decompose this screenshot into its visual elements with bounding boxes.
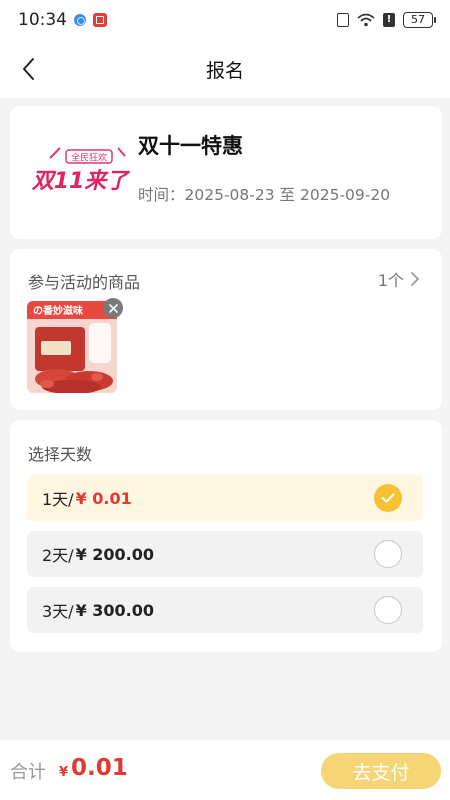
check-icon bbox=[381, 493, 395, 503]
total-amount: 0.01 bbox=[71, 755, 128, 781]
radio-checked[interactable] bbox=[374, 484, 402, 512]
day-option-3[interactable]: 3天/ ¥ 300.00 bbox=[27, 587, 423, 633]
status-left: 10:34 bbox=[18, 10, 107, 30]
back-arrow-icon bbox=[23, 58, 34, 80]
event-logo: 全民狂欢 双11来了 bbox=[30, 130, 130, 218]
radio-unchecked[interactable] bbox=[374, 540, 402, 568]
event-logo-text: 双11来了 bbox=[31, 169, 130, 194]
status-time: 10:34 bbox=[18, 10, 67, 30]
back-button[interactable] bbox=[14, 54, 44, 84]
day-option-label: 2天/ bbox=[42, 546, 74, 565]
battery-level: 57 bbox=[403, 12, 433, 28]
day-option-label: 1天/ bbox=[42, 490, 74, 509]
event-title: 双十一特惠 bbox=[138, 134, 243, 158]
event-card: 全民狂欢 双11来了 双十一特惠 时间：2025-08-23 至 2025-09… bbox=[10, 106, 442, 239]
status-bar: 10:34 ! 57 bbox=[0, 0, 450, 40]
day-option-2[interactable]: 2天/ ¥ 200.00 bbox=[27, 531, 423, 577]
total-currency: ¥ bbox=[59, 765, 69, 780]
page-title: 报名 bbox=[205, 59, 244, 82]
day-option-price: ¥ 300.00 bbox=[75, 600, 155, 620]
pay-button[interactable]: 去支付 bbox=[321, 753, 441, 789]
bottom-bar: 合计 ¥ 0.01 去支付 bbox=[0, 740, 450, 800]
day-option-price: ¥ 200.00 bbox=[75, 544, 155, 564]
nav-bar: 报名 bbox=[0, 40, 450, 98]
alert-icon: ! bbox=[383, 13, 395, 27]
battery-tip bbox=[434, 17, 436, 23]
goods-item-image[interactable]: の番妙滋味 bbox=[27, 301, 117, 393]
day-option-label: 3天/ bbox=[42, 602, 74, 621]
goods-card: 参与活动的商品 1个 の番妙滋味 bbox=[10, 249, 442, 410]
days-card: 选择天数 1天/ ¥ 0.01 2天/ ¥ 200.00 3天/ ¥ 300.0… bbox=[10, 420, 442, 652]
goods-item-banner: の番妙滋味 bbox=[33, 304, 83, 317]
event-time: 时间：2025-08-23 至 2025-09-20 bbox=[138, 183, 390, 205]
shopping-app-icon bbox=[93, 13, 107, 27]
event-end-date: 2025-09-20 bbox=[300, 186, 391, 204]
goods-count-link[interactable]: 1个 bbox=[378, 267, 420, 291]
remove-goods-button[interactable] bbox=[103, 298, 123, 318]
browser-app-icon bbox=[74, 14, 86, 26]
radio-unchecked[interactable] bbox=[374, 596, 402, 624]
goods-section-title: 参与活动的商品 bbox=[28, 273, 141, 292]
battery-icon: 57 bbox=[403, 12, 436, 28]
chevron-right-icon bbox=[411, 272, 420, 286]
event-logo-badge: 全民狂欢 bbox=[71, 152, 107, 164]
vibrate-icon bbox=[337, 13, 349, 27]
event-time-label: 时间： bbox=[138, 186, 185, 204]
wifi-icon bbox=[357, 13, 375, 27]
day-option-1[interactable]: 1天/ ¥ 0.01 bbox=[27, 475, 423, 521]
total-label: 合计 bbox=[10, 762, 46, 783]
days-section-title: 选择天数 bbox=[28, 445, 93, 464]
status-right: ! 57 bbox=[337, 12, 436, 28]
goods-count: 1个 bbox=[377, 271, 404, 290]
event-start-date: 2025-08-23 bbox=[184, 186, 275, 204]
event-date-separator: 至 bbox=[279, 186, 296, 204]
day-option-price: ¥ 0.01 bbox=[75, 488, 132, 508]
close-icon bbox=[108, 303, 118, 313]
